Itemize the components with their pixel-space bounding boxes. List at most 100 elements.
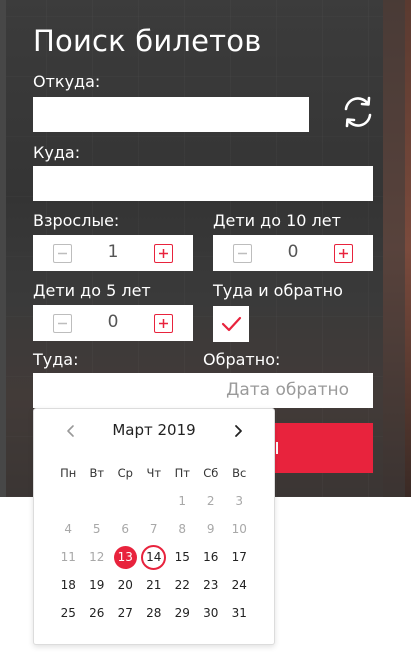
calendar-day[interactable]: 24 (225, 571, 254, 599)
calendar-day-number: 5 (92, 522, 101, 536)
calendar-day-number: 3 (235, 494, 244, 508)
date-picker: Март 2019 Пн Вт Ср Чт Пт Сб Вс 1 2 3 4 5 6 7 8 9 10 11 12 1… (33, 408, 275, 645)
kids5-plus-button[interactable] (154, 314, 173, 333)
calendar-day[interactable]: 21 (140, 571, 169, 599)
search-button[interactable] (262, 423, 373, 473)
calendar-day[interactable]: 18 (54, 571, 83, 599)
calendar-grid: Пн Вт Ср Чт Пт Сб Вс 1 2 3 4 5 6 7 8 9 10 11 12 13 14 15 16 17 1… (54, 459, 254, 627)
calendar-day-number: 1 (178, 494, 187, 508)
calendar-week-row: 11 12 13 14 15 16 17 (54, 543, 254, 571)
calendar-day[interactable]: 20 (111, 571, 140, 599)
return-date-input[interactable]: Дата обратно (33, 373, 373, 408)
page-title: Поиск билетов (33, 24, 262, 58)
plus-icon (339, 249, 348, 258)
weekday-label: Ср (117, 466, 133, 480)
calendar-day-number: 19 (89, 578, 105, 592)
calendar-day[interactable]: 22 (168, 571, 197, 599)
calendar-day[interactable]: 25 (54, 599, 83, 627)
calendar-day-number: 21 (146, 578, 162, 592)
calendar-day[interactable]: 23 (197, 571, 226, 599)
calendar-day[interactable]: 17 (225, 543, 254, 571)
calendar-day-number: 7 (149, 522, 158, 536)
calendar-day[interactable]: 15 (168, 543, 197, 571)
calendar-week-row: 4 5 6 7 8 9 10 (54, 515, 254, 543)
plus-icon (159, 319, 168, 328)
kids5-label: Дети до 5 лет (33, 281, 151, 300)
calendar-day-number: 24 (231, 578, 247, 592)
checkmark-icon (221, 316, 242, 332)
adults-label: Взрослые: (33, 211, 120, 230)
calendar-day-number: 10 (231, 522, 247, 536)
calendar-day-number: 18 (60, 578, 76, 592)
calendar-day-number: 20 (117, 578, 133, 592)
calendar-day-number: 11 (60, 550, 76, 564)
weekday-header-row: Пн Вт Ср Чт Пт Сб Вс (54, 459, 254, 487)
calendar-day: 2 (197, 487, 226, 515)
kids10-label: Дети до 10 лет (213, 211, 341, 230)
calendar-week-row: 25 26 27 28 29 30 31 (54, 599, 254, 627)
calendar-day-number: 15 (174, 550, 190, 564)
calendar-day-number: 16 (203, 550, 219, 564)
calendar-day-selected[interactable]: 13 (111, 543, 140, 571)
calendar-day[interactable]: 31 (225, 599, 254, 627)
calendar-day[interactable]: 26 (83, 599, 112, 627)
calendar-day: 11 (54, 543, 83, 571)
calendar-day-number: 12 (89, 550, 105, 564)
calendar-day-number: 30 (203, 606, 219, 620)
weekday-label: Пт (174, 466, 190, 480)
kids10-plus-button[interactable] (334, 244, 353, 263)
calendar-day-number: 8 (178, 522, 187, 536)
to-label: Куда: (33, 143, 81, 162)
kids5-stepper: 0 (33, 305, 193, 341)
from-input[interactable] (33, 97, 309, 132)
calendar-day-number: 25 (60, 606, 76, 620)
calendar-day-number: 2 (206, 494, 215, 508)
roundtrip-checkbox[interactable] (213, 306, 249, 342)
return-date-placeholder: Дата обратно (226, 380, 349, 400)
calendar-day: 8 (168, 515, 197, 543)
calendar-day-today[interactable]: 14 (140, 543, 169, 571)
swap-icon[interactable] (340, 94, 376, 130)
calendar-day: 3 (225, 487, 254, 515)
adults-plus-button[interactable] (154, 244, 173, 263)
calendar-day: 6 (111, 515, 140, 543)
calendar-day-number: 28 (146, 606, 162, 620)
calendar-day[interactable]: 27 (111, 599, 140, 627)
return-label: Обратно: (203, 350, 281, 369)
calendar-day: 12 (83, 543, 112, 571)
calendar-day[interactable]: 16 (197, 543, 226, 571)
calendar-day-number: 29 (174, 606, 190, 620)
weekday-label: Пн (60, 466, 77, 480)
to-input[interactable] (33, 166, 373, 201)
calendar-empty-cell (83, 487, 112, 515)
calendar-day-number: 14 (146, 550, 162, 564)
kids10-stepper: 0 (213, 235, 373, 271)
calendar-day-number: 31 (231, 606, 247, 620)
calendar-day-number: 4 (64, 522, 73, 536)
calendar-empty-cell (54, 487, 83, 515)
calendar-day-number: 9 (206, 522, 215, 536)
calendar-day-number: 6 (121, 522, 130, 536)
calendar-day: 9 (197, 515, 226, 543)
next-month-icon[interactable] (231, 423, 245, 437)
weekday-label: Вт (89, 466, 105, 480)
calendar-day[interactable]: 29 (168, 599, 197, 627)
calendar-day-number: 27 (117, 606, 133, 620)
calendar-day: 10 (225, 515, 254, 543)
calendar-day-number: 13 (117, 550, 133, 564)
calendar-empty-cell (111, 487, 140, 515)
calendar-day-number: 23 (203, 578, 219, 592)
calendar-day[interactable]: 19 (83, 571, 112, 599)
calendar-day: 4 (54, 515, 83, 543)
calendar-day[interactable]: 30 (197, 599, 226, 627)
calendar-day-number: 26 (89, 606, 105, 620)
calendar-week-row: 1 2 3 (54, 487, 254, 515)
weekday-label: Вс (232, 466, 247, 480)
calendar-week-row: 18 19 20 21 22 23 24 (54, 571, 254, 599)
roundtrip-label: Туда и обратно (213, 281, 343, 300)
from-label: Откуда: (33, 72, 101, 91)
plus-icon (159, 249, 168, 258)
calendar-day[interactable]: 28 (140, 599, 169, 627)
calendar-day: 5 (83, 515, 112, 543)
weekday-label: Сб (203, 466, 219, 480)
